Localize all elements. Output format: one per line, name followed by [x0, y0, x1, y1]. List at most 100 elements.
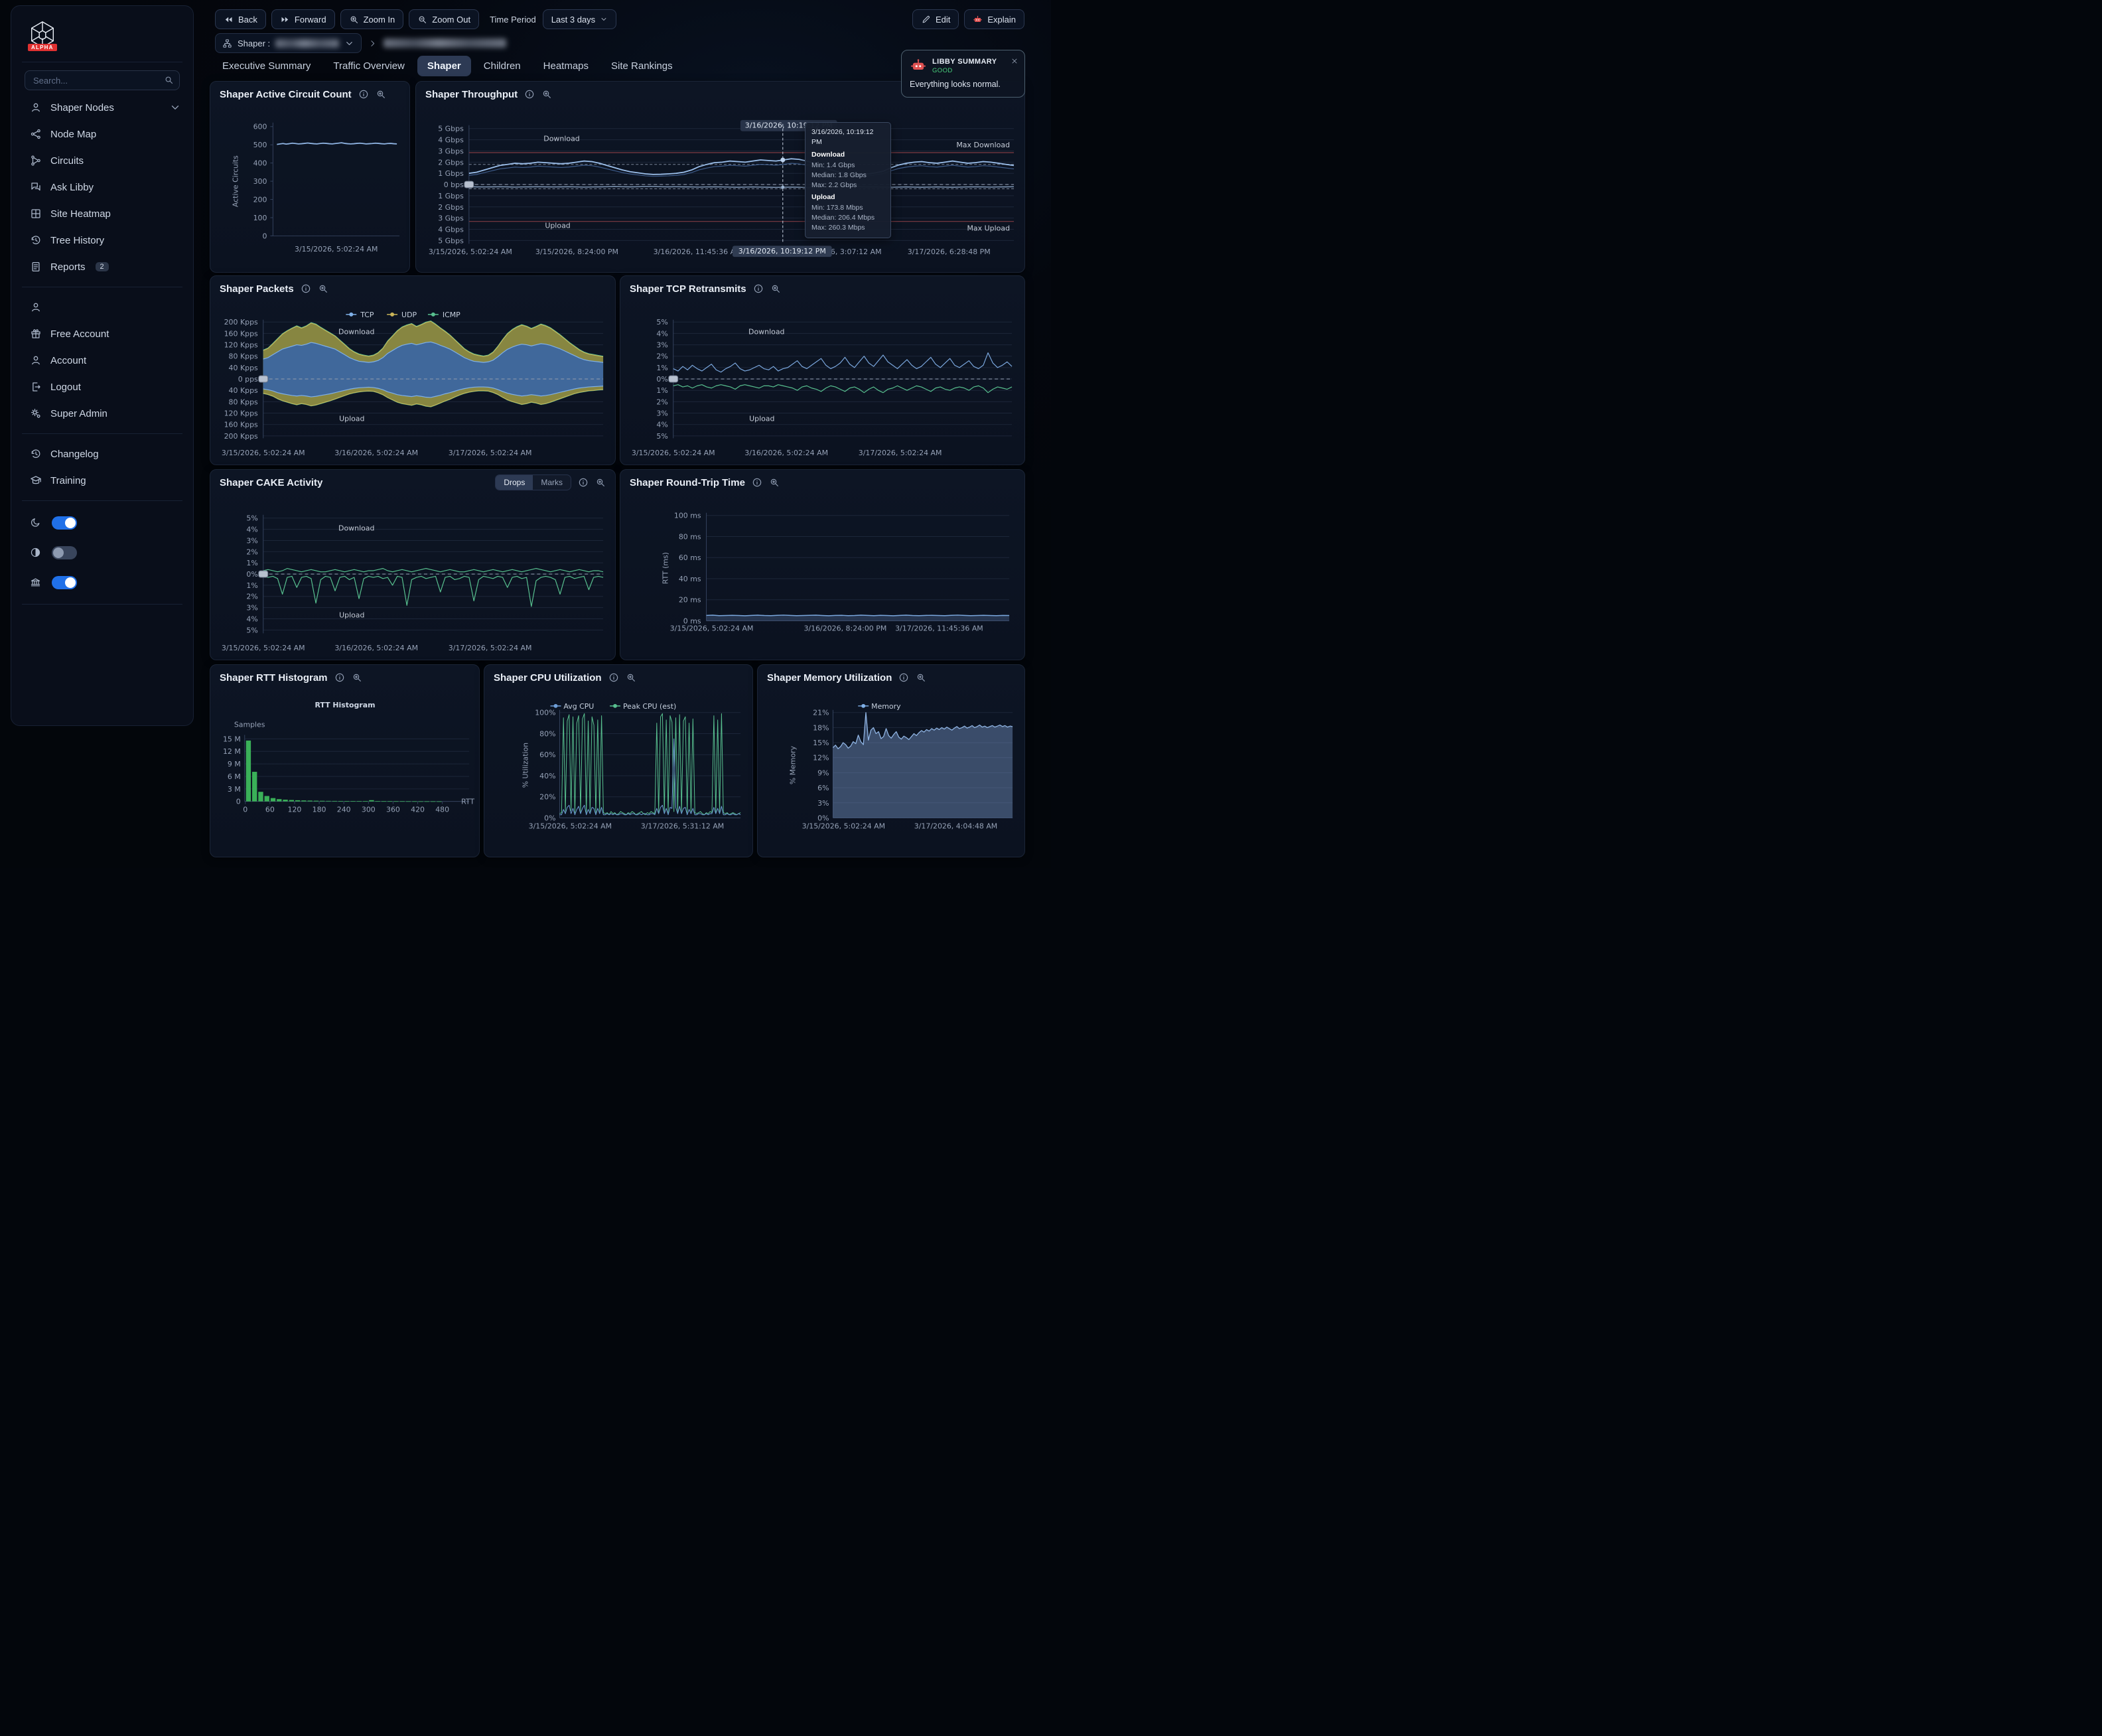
svg-text:20%: 20% [539, 793, 555, 802]
forward-button[interactable]: Forward [271, 9, 335, 29]
sidebar-item-reports[interactable]: Reports 2 [11, 253, 193, 280]
tab-shaper[interactable]: Shaper [417, 56, 471, 76]
tab-site-rankings[interactable]: Site Rankings [601, 56, 683, 76]
sidebar-item-changelog[interactable]: Changelog [11, 441, 193, 467]
sidebar-item-label: Node Map [50, 129, 96, 140]
contrast-row [11, 538, 193, 567]
card-header: Shaper CAKE Activity Drops Marks [210, 470, 615, 495]
svg-text:180: 180 [313, 806, 326, 814]
edit-button[interactable]: Edit [912, 9, 959, 29]
contrast-toggle[interactable] [52, 546, 77, 559]
zoom-out-icon [417, 15, 427, 25]
svg-text:1 Gbps: 1 Gbps [438, 169, 464, 178]
app-logo[interactable]: ALPHA [11, 17, 193, 55]
svg-text:3/15/2026, 5:02:24 AM: 3/15/2026, 5:02:24 AM [295, 245, 378, 253]
search-input[interactable] [25, 70, 180, 90]
svg-text:200 Kpps: 200 Kpps [224, 432, 258, 441]
throughput-tooltip: 3/16/2026, 10:19:12 PM Download Min: 1.4… [805, 122, 891, 238]
svg-text:120: 120 [288, 806, 302, 814]
magnify-icon[interactable] [626, 672, 636, 683]
zoom-out-button[interactable]: Zoom Out [409, 9, 479, 29]
svg-text:3/16/2026, 5:02:24 AM: 3/16/2026, 5:02:24 AM [334, 644, 418, 652]
svg-text:20 ms: 20 ms [679, 596, 701, 605]
memory-utilization-chart: Memory21%18%15%12%9%6%3%0%% Memory3/15/2… [758, 690, 1024, 857]
zoom-in-button[interactable]: Zoom In [340, 9, 404, 29]
sidebar-item-account[interactable]: Account [11, 347, 193, 374]
card-header: Shaper Memory Utilization [758, 665, 1024, 690]
svg-text:3 M: 3 M [228, 785, 241, 794]
tab-heatmaps[interactable]: Heatmaps [533, 56, 598, 76]
magnify-icon[interactable] [541, 89, 552, 100]
card-title: Shaper TCP Retransmits [630, 283, 746, 295]
info-icon[interactable] [753, 283, 764, 294]
explain-button[interactable]: Explain [964, 9, 1024, 29]
info-icon[interactable] [334, 672, 345, 683]
main-content: Back Forward Zoom In Zoom Out Time Perio… [210, 0, 1026, 868]
magnify-icon[interactable] [769, 477, 780, 488]
magnify-icon[interactable] [595, 477, 606, 488]
svg-text:3/15/2026, 5:02:24 AM: 3/15/2026, 5:02:24 AM [222, 449, 305, 457]
sidebar-item-label: Free Account [50, 328, 109, 340]
tab-traffic-overview[interactable]: Traffic Overview [323, 56, 415, 76]
svg-text:Upload: Upload [339, 415, 364, 423]
svg-text:3 Gbps: 3 Gbps [438, 147, 464, 155]
sidebar-item-logout[interactable]: Logout [11, 374, 193, 400]
info-icon[interactable] [301, 283, 311, 294]
history-icon [30, 448, 42, 460]
magnify-icon[interactable] [318, 283, 328, 294]
circuit-count-chart: 6005004003002001000Active Circuits3/15/2… [210, 107, 409, 272]
close-icon[interactable] [1011, 56, 1018, 64]
magnify-icon[interactable] [770, 283, 781, 294]
shaper-selector[interactable]: Shaper : [215, 33, 362, 53]
info-icon[interactable] [752, 477, 762, 488]
anonymize-toggle[interactable] [52, 576, 77, 589]
info-icon[interactable] [358, 89, 369, 100]
svg-text:40 Kpps: 40 Kpps [229, 364, 259, 372]
svg-text:2%: 2% [246, 547, 257, 556]
sidebar-user[interactable] [11, 294, 193, 321]
sidebar-item-ask-libby[interactable]: Ask Libby [11, 174, 193, 200]
svg-text:4%: 4% [656, 421, 667, 429]
info-icon[interactable] [608, 672, 619, 683]
svg-text:3/15/2026, 5:02:24 AM: 3/15/2026, 5:02:24 AM [802, 822, 885, 830]
svg-text:80 ms: 80 ms [679, 532, 701, 541]
magnify-icon[interactable] [376, 89, 386, 100]
cake-mode-drops[interactable]: Drops [496, 475, 533, 490]
svg-text:420: 420 [411, 806, 425, 814]
dark-mode-toggle[interactable] [52, 516, 77, 530]
card-title: Shaper Active Circuit Count [220, 89, 352, 100]
svg-text:80 Kpps: 80 Kpps [229, 352, 259, 361]
sidebar-item-node-map[interactable]: Node Map [11, 121, 193, 147]
sidebar-item-shaper-nodes[interactable]: Shaper Nodes [11, 94, 193, 121]
svg-text:0%: 0% [656, 375, 667, 384]
tab-executive-summary[interactable]: Executive Summary [212, 56, 320, 76]
back-button[interactable]: Back [215, 9, 266, 29]
info-icon[interactable] [898, 672, 909, 683]
sidebar-item-label: Ask Libby [50, 182, 94, 193]
svg-text:100%: 100% [535, 709, 555, 717]
sidebar-item-site-heatmap[interactable]: Site Heatmap [11, 200, 193, 227]
tab-children[interactable]: Children [474, 56, 531, 76]
cake-mode-marks[interactable]: Marks [533, 475, 571, 490]
sidebar-item-tree-history[interactable]: Tree History [11, 227, 193, 253]
svg-text:60%: 60% [539, 751, 555, 759]
info-icon[interactable] [578, 477, 589, 488]
magnify-icon[interactable] [916, 672, 926, 683]
svg-text:240: 240 [337, 806, 351, 814]
info-icon[interactable] [524, 89, 535, 100]
magnify-icon[interactable] [352, 672, 362, 683]
time-period-dropdown[interactable]: Last 3 days [543, 9, 617, 29]
chevron-down-icon[interactable] [169, 102, 181, 113]
card-title: Shaper Round-Trip Time [630, 477, 745, 488]
sidebar-item-super-admin[interactable]: Super Admin [11, 400, 193, 427]
sidebar-item-training[interactable]: Training [11, 467, 193, 494]
sidebar-item-free-account[interactable]: Free Account [11, 321, 193, 347]
svg-text:4%: 4% [656, 329, 667, 338]
svg-text:60: 60 [265, 806, 275, 814]
sidebar-item-circuits[interactable]: Circuits [11, 147, 193, 174]
card-title: Shaper Memory Utilization [767, 672, 892, 684]
card-title: Shaper CPU Utilization [494, 672, 602, 684]
tab-bar: Executive Summary Traffic Overview Shape… [212, 56, 683, 76]
card-header: Shaper Round-Trip Time [620, 470, 1024, 495]
contrast-icon [30, 547, 41, 558]
